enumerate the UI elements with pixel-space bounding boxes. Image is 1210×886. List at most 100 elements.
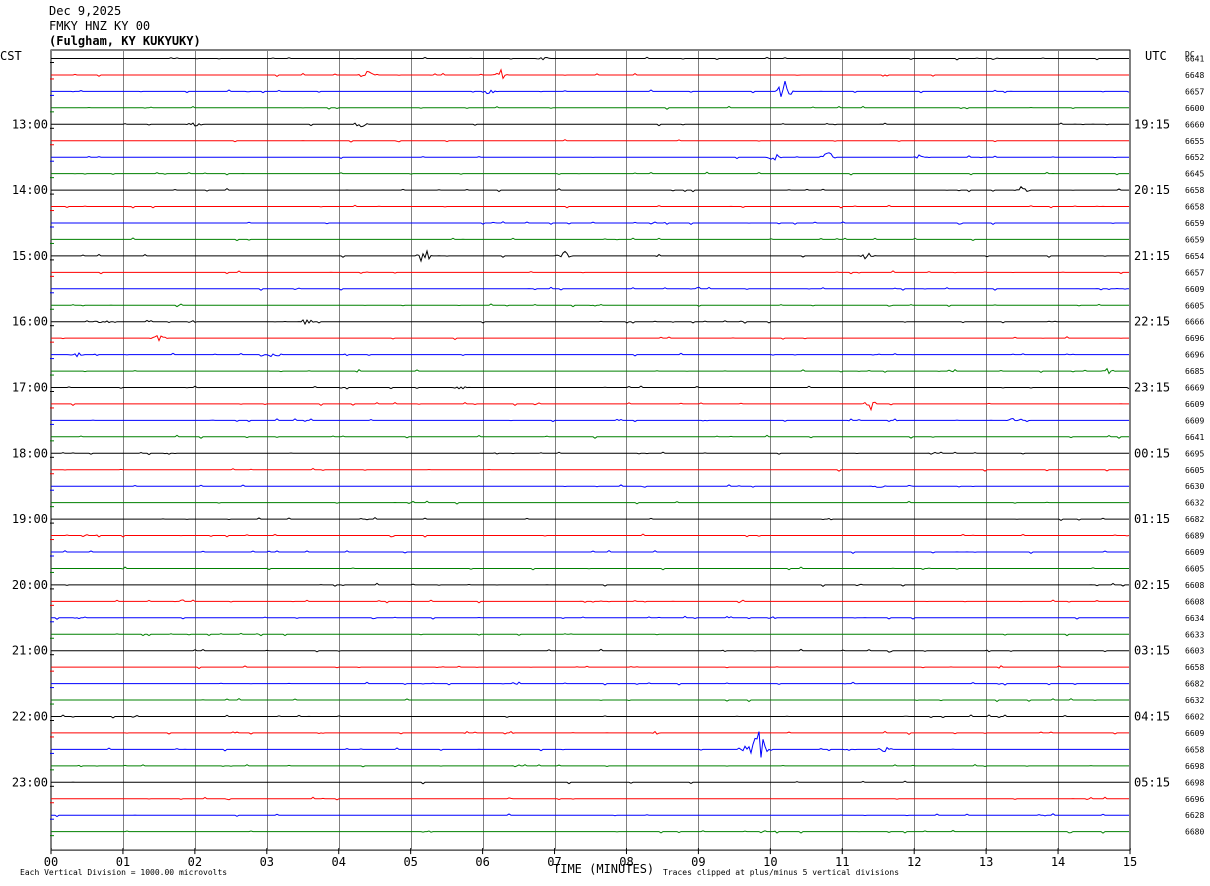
x-tick-label: 06 xyxy=(475,855,489,869)
x-tick-label: 11 xyxy=(835,855,849,869)
trace-line xyxy=(51,171,1129,176)
x-tick-label: 13 xyxy=(979,855,993,869)
trace-line xyxy=(51,417,1129,423)
dc-offset-label: 6658 xyxy=(1185,745,1204,754)
trace-line xyxy=(51,500,1129,505)
trace-line xyxy=(51,270,1129,275)
trace-line xyxy=(51,516,1129,521)
trace-line xyxy=(51,681,1129,686)
dc-offset-label: 6666 xyxy=(1185,318,1204,327)
hour-label-cst: 19:00 xyxy=(12,512,48,526)
x-tick-label: 14 xyxy=(1051,855,1065,869)
dc-offset-label: 6669 xyxy=(1185,384,1204,393)
trace-line xyxy=(51,780,1129,785)
dc-offset-label: 6696 xyxy=(1185,334,1204,343)
dc-offset-label: 6632 xyxy=(1185,499,1204,508)
hour-label-cst: 15:00 xyxy=(12,249,48,263)
x-tick-label: 04 xyxy=(332,855,346,869)
trace-line xyxy=(51,467,1129,472)
dc-offset-label: 6609 xyxy=(1185,729,1204,738)
hour-label-cst: 17:00 xyxy=(12,381,48,395)
trace-line xyxy=(51,303,1129,308)
clip-note: Traces clipped at plus/minus 5 vertical … xyxy=(663,868,900,877)
dc-offset-label: 6652 xyxy=(1185,153,1204,162)
x-tick-label: 00 xyxy=(44,855,58,869)
hour-label-cst: 22:00 xyxy=(12,710,48,724)
x-tick-label: 09 xyxy=(691,855,705,869)
hour-label-utc: 03:15 xyxy=(1134,644,1170,658)
trace-line xyxy=(51,152,1129,161)
dc-offset-label: 6659 xyxy=(1185,235,1204,244)
plot-frame xyxy=(50,49,1131,851)
trace-line xyxy=(51,401,1129,412)
dc-offset-label: 6659 xyxy=(1185,219,1204,228)
dc-offset-label: 6695 xyxy=(1185,449,1204,458)
dc-offset-label: 6630 xyxy=(1185,482,1204,491)
trace-line xyxy=(51,385,1130,390)
hour-label-utc: 02:15 xyxy=(1134,578,1170,592)
x-axis-label: TIME (MINUTES) xyxy=(553,862,655,876)
trace-line xyxy=(51,105,1129,110)
dc-offset-label: 6698 xyxy=(1185,778,1204,787)
trace-line xyxy=(51,697,1129,703)
dc-offset-label: 6682 xyxy=(1185,680,1204,689)
hour-label-cst: 20:00 xyxy=(12,578,48,592)
dc-offset-label: 6609 xyxy=(1185,400,1204,409)
dc-offset-label: 6609 xyxy=(1185,416,1204,425)
dc-offset-label: 6658 xyxy=(1185,663,1204,672)
dc-offset-label: 6685 xyxy=(1185,367,1204,376)
trace-line xyxy=(51,334,1129,342)
dc-offset-label: 6645 xyxy=(1185,170,1204,179)
hour-label-utc: 23:15 xyxy=(1134,381,1170,395)
dc-offset-label: 6602 xyxy=(1185,713,1204,722)
trace-line xyxy=(51,714,1129,719)
hour-label-cst: 16:00 xyxy=(12,315,48,329)
trace-line xyxy=(51,796,1129,801)
trace-line xyxy=(51,80,1130,97)
trace-line xyxy=(51,249,1129,263)
trace-line xyxy=(51,367,1129,375)
dc-offset-label: 6660 xyxy=(1185,120,1204,129)
right-timezone-label: UTC xyxy=(1145,49,1167,63)
trace-line xyxy=(51,813,1129,818)
dc-offset-label: 6609 xyxy=(1185,285,1204,294)
dc-offset-label: 6609 xyxy=(1185,548,1204,557)
hour-label-cst: 18:00 xyxy=(12,446,48,460)
hour-label-utc: 22:15 xyxy=(1134,315,1170,329)
trace-line xyxy=(51,615,1129,620)
x-tick-label: 15 xyxy=(1123,855,1137,869)
trace-line xyxy=(51,582,1129,588)
dc-offset-label: 6605 xyxy=(1185,301,1204,310)
hour-label-utc: 20:15 xyxy=(1134,183,1170,197)
trace-line xyxy=(51,566,1129,571)
dc-offset-label: 6696 xyxy=(1185,795,1204,804)
x-tick-label: 10 xyxy=(763,855,777,869)
trace-line xyxy=(51,829,1129,834)
dc-offset-label: 6696 xyxy=(1185,351,1204,360)
trace-line xyxy=(51,56,1129,61)
dc-offset-label: 6682 xyxy=(1185,515,1204,524)
trace-line xyxy=(51,319,1129,326)
hour-label-utc: 05:15 xyxy=(1134,775,1170,789)
trace-line xyxy=(51,764,1129,768)
trace-line xyxy=(51,204,1129,209)
dc-offset-label: 6641 xyxy=(1185,433,1204,442)
header-date: Dec 9,2025 xyxy=(49,4,122,18)
dc-offset-label: 6633 xyxy=(1185,630,1204,639)
dc-offset-label: 6632 xyxy=(1185,696,1204,705)
hour-label-cst: 13:00 xyxy=(12,117,48,131)
trace-line xyxy=(51,731,1129,758)
dc-offset-label: 6600 xyxy=(1185,104,1204,113)
hour-label-cst: 21:00 xyxy=(12,644,48,658)
dc-label: DC xyxy=(1185,50,1195,59)
seismogram-plot: 13:00 14:00 15:00 16:00 17:00 18:00 19:00 20:00… xyxy=(12,49,1204,869)
hour-label-utc: 04:15 xyxy=(1134,710,1170,724)
dc-offset-label: 6605 xyxy=(1185,564,1204,573)
dc-offset-label: 6689 xyxy=(1185,532,1204,541)
trace-line xyxy=(51,599,1129,604)
dc-offset-label: 6608 xyxy=(1185,597,1204,606)
x-tick-label: 05 xyxy=(403,855,417,869)
header-location: (Fulgham, KY KUKYUKY) xyxy=(49,34,201,48)
trace-line xyxy=(51,221,1129,226)
trace-line xyxy=(51,632,1129,637)
